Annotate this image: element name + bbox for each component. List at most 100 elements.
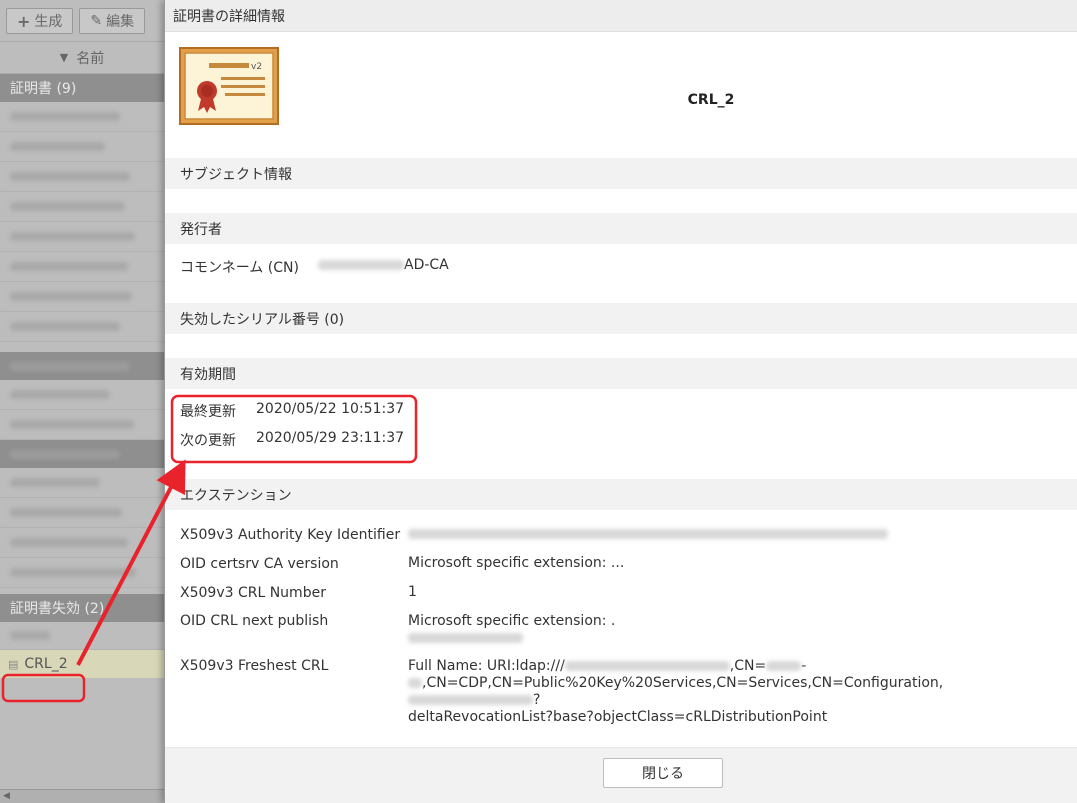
next-update-value: 2020/05/29 23:11:37 <box>256 430 405 446</box>
list-item[interactable] <box>0 222 164 252</box>
name-column-header[interactable]: ▼ 名前 <box>0 42 164 74</box>
redacted-text <box>10 322 120 331</box>
redacted-text <box>10 112 120 121</box>
certificate-header: v2 CRL_2 <box>165 32 1077 158</box>
redacted-text <box>318 260 404 270</box>
freshest-cn-chain: ,CN=CDP,CN=Public%20Key%20Services,CN=Se… <box>422 675 944 691</box>
last-update-label: 最終更新 <box>180 404 236 420</box>
ext-aki-value <box>408 526 1077 543</box>
certificate-name: CRL_2 <box>687 92 735 108</box>
close-button[interactable]: 閉じる <box>603 758 723 788</box>
redacted-text <box>10 538 128 547</box>
certificate-list-panel: + 生成 ✎ 編集 ▼ 名前 証明書 (9) 証明書失効 (2) ▤ CRL_2… <box>0 0 164 803</box>
ext-next-publish-label: OID CRL next publish <box>180 613 329 629</box>
list-item[interactable] <box>0 132 164 162</box>
filter-icon: ▼ <box>59 51 69 64</box>
last-update-value: 2020/05/22 10:51:37 <box>256 401 405 417</box>
redacted-text <box>10 172 130 181</box>
list-toolbar: + 生成 ✎ 編集 <box>0 0 164 42</box>
list-item[interactable] <box>0 162 164 192</box>
ext-next-publish-text: Microsoft specific extension: . <box>408 613 616 629</box>
dialog-title: 証明書の詳細情報 <box>173 8 285 25</box>
redacted-text <box>10 390 110 399</box>
close-button-label: 閉じる <box>642 766 684 782</box>
ext-aki-label: X509v3 Authority Key Identifier <box>180 526 401 543</box>
redacted-text <box>408 695 533 705</box>
crl-list-item[interactable]: ▤ CRL_2 <box>0 650 164 678</box>
redacted-group-header[interactable] <box>0 352 164 380</box>
list-item[interactable] <box>0 312 164 342</box>
last-update-row: 最終更新 2020/05/22 10:51:37 <box>165 401 1077 430</box>
redacted-text <box>408 678 422 688</box>
revoked-serials-label: 失効したシリアル番号 (0) <box>180 311 345 328</box>
redacted-text <box>10 478 100 487</box>
list-item[interactable] <box>0 252 164 282</box>
redacted-text <box>10 508 122 517</box>
list-item[interactable] <box>0 528 164 558</box>
issuer-section-label: 発行者 <box>180 221 222 238</box>
ext-ca-version-row: OID certsrv CA version Microsoft specifi… <box>165 549 1077 578</box>
list-item[interactable] <box>0 192 164 222</box>
revoked-group-label: 証明書失効 (2) <box>10 601 105 617</box>
extensions-table: X509v3 Authority Key Identifier OID cert… <box>165 510 1077 726</box>
redacted-text <box>10 361 130 371</box>
redacted-text <box>10 568 136 577</box>
subject-section-label: サブジェクト情報 <box>180 166 292 183</box>
certificates-group-label: 証明書 (9) <box>10 81 77 97</box>
ext-crl-number-row: X509v3 CRL Number 1 <box>165 578 1077 607</box>
freshest-dash: - <box>801 658 807 674</box>
cert-version-badge: v2 <box>251 62 262 72</box>
issuer-cn-row: コモンネーム (CN) AD-CA <box>165 244 1077 303</box>
list-item[interactable] <box>0 468 164 498</box>
scroll-left-icon[interactable]: ◀ <box>3 791 10 801</box>
redacted-group-header[interactable] <box>0 440 164 468</box>
list-item[interactable] <box>0 380 164 410</box>
list-item[interactable] <box>0 622 164 650</box>
ext-crl-number-value: 1 <box>408 584 417 600</box>
horizontal-scrollbar[interactable]: ◀ <box>0 789 164 803</box>
ext-ca-version-label: OID certsrv CA version <box>180 555 339 572</box>
list-item[interactable] <box>0 102 164 132</box>
redacted-text <box>408 633 523 643</box>
certificates-group-header[interactable]: 証明書 (9) <box>0 74 164 102</box>
redacted-text <box>564 661 730 671</box>
dialog-button-bar: 閉じる <box>165 747 1077 803</box>
ext-aki-row: X509v3 Authority Key Identifier <box>165 520 1077 549</box>
dialog-title-bar: 証明書の詳細情報 <box>165 0 1077 32</box>
list-item[interactable] <box>0 498 164 528</box>
redacted-text <box>10 292 132 301</box>
certificate-detail-dialog: 証明書の詳細情報 v2 CRL_2 サブジェクト情報 発行者 コモンネーム (C… <box>164 0 1077 803</box>
generate-button[interactable]: + 生成 <box>6 8 74 34</box>
revoked-group-header[interactable]: 証明書失効 (2) <box>0 594 164 622</box>
ext-freshest-label: X509v3 Freshest CRL <box>180 658 329 674</box>
plus-icon: + <box>17 11 31 31</box>
redacted-text <box>10 232 135 241</box>
redacted-text <box>766 661 802 671</box>
edit-button-label: 編集 <box>106 14 135 30</box>
redacted-text <box>10 202 125 211</box>
crl-document-icon: ▤ <box>8 657 19 671</box>
generate-button-label: 生成 <box>34 14 63 30</box>
list-item[interactable] <box>0 282 164 312</box>
subject-section-header: サブジェクト情報 <box>165 158 1077 189</box>
issuer-section-header: 発行者 <box>165 213 1077 244</box>
redacted-text <box>10 142 105 151</box>
freshest-uri-prefix: Full Name: URI:ldap:/// <box>408 658 565 674</box>
ext-next-publish-value: Microsoft specific extension: . <box>408 613 1077 650</box>
next-update-row: 次の更新 2020/05/29 23:11:37 <box>165 430 1077 459</box>
list-item[interactable] <box>0 558 164 588</box>
edit-button[interactable]: ✎ 編集 <box>79 8 146 34</box>
next-update-label: 次の更新 <box>180 433 236 449</box>
redacted-text <box>10 631 50 640</box>
list-item[interactable] <box>0 410 164 440</box>
revoked-serials-section-header: 失効したシリアル番号 (0) <box>165 303 1077 334</box>
crl-item-label: CRL_2 <box>24 656 68 672</box>
name-column-label: 名前 <box>76 50 105 67</box>
extensions-section-label: エクステンション <box>180 487 292 504</box>
freshest-question: ? <box>533 692 541 708</box>
pencil-icon: ✎ <box>90 13 103 29</box>
ext-freshest-value: Full Name: URI:ldap:/// ,CN= - ,CN=CDP,CN=… <box>408 658 1077 726</box>
issuer-cn-suffix: AD-CA <box>404 257 449 273</box>
certificate-icon: v2 <box>179 47 279 125</box>
ext-freshest-row: X509v3 Freshest CRL Full Name: URI:ldap:… <box>165 650 1077 726</box>
